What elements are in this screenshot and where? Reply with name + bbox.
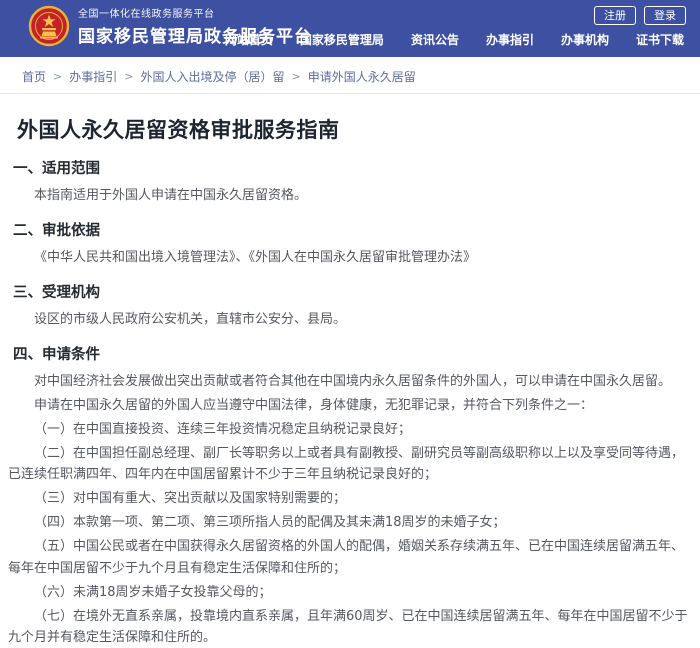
breadcrumb-separator: > [291,70,300,83]
section-paragraph: （六）未满18周岁未婚子女投靠父母的； [8,582,690,603]
section-paragraph: （一）在中国直接投资、连续三年投资情况稳定且纳税记录良好； [8,419,690,440]
breadcrumb: 首页 > 办事指引 > 外国人入出境及停（居）留 > 申请外国人永久居留 [22,68,678,85]
section-heading: 三、受理机构 [13,281,690,302]
section-paragraph: （四）本款第一项、第二项、第三项所指人员的配偶及其未满18周岁的未婚子女； [8,512,690,533]
nav-item-资讯公告[interactable]: 资讯公告 [411,31,459,48]
guide-sections: 一、适用范围本指南适用于外国人申请在中国永久居留资格。二、审批依据《中华人民共和… [8,157,690,648]
section-paragraph: （二）在中国担任副总经理、副厂长等职务以上或者具有副教授、副研究员等副高级职称以… [8,443,690,485]
breadcrumb-item[interactable]: 办事指引 [69,68,117,85]
section-paragraph: 对中国经济社会发展做出突出贡献或者符合其他在中国境内永久居留条件的外国人，可以申… [8,371,690,392]
nav-item-办事机构[interactable]: 办事机构 [561,31,609,48]
breadcrumb-bar: 首页 > 办事指引 > 外国人入出境及停（居）留 > 申请外国人永久居留 [0,57,700,94]
breadcrumb-item[interactable]: 外国人入出境及停（居）留 [140,68,284,85]
section-paragraph: （三）对中国有重大、突出贡献以及国家特别需要的； [8,488,690,509]
section-paragraph: 《中华人民共和国出境入境管理法》、《外国人在中国永久居留审批管理办法》 [8,247,690,268]
section-paragraph: （五）中国公民或者在中国获得永久居留资格的外国人的配偶，婚姻关系存续满五年、已在… [8,536,690,578]
breadcrumb-item[interactable]: 首页 [22,68,46,85]
section-paragraph: 设区的市级人民政府公安机关，直辖市公安分、县局。 [8,309,690,330]
section-paragraph: 申请在中国永久居留的外国人应当遵守中国法律，身体健康，无犯罪记录，并符合下列条件… [8,395,690,416]
register-button[interactable]: 注册 [594,6,636,25]
platform-tagline: 全国一体化在线政务服务平台 [78,5,312,20]
main-content: 外国人永久居留资格审批服务指南 一、适用范围本指南适用于外国人申请在中国永久居留… [0,114,700,648]
breadcrumb-separator: > [124,70,133,83]
nav-item-证书下载[interactable]: 证书下载 [636,31,684,48]
national-emblem-icon [28,5,70,47]
breadcrumb-separator: > [53,70,62,83]
site-header: 全国一体化在线政务服务平台 国家移民管理局政务服务平台 注册 登录 网站首页国家… [0,0,700,57]
section-paragraph: 本指南适用于外国人申请在中国永久居留资格。 [8,185,690,206]
nav-item-办事指引[interactable]: 办事指引 [486,31,534,48]
login-button[interactable]: 登录 [644,6,686,25]
nav-item-网站首页[interactable]: 网站首页 [225,31,273,48]
section-heading: 一、适用范围 [13,157,690,178]
section-heading: 四、申请条件 [13,343,690,364]
section-paragraph: （七）在境外无直系亲属，投靠境内直系亲属，且年满60周岁、已在中国连续居留满五年… [8,606,690,648]
main-nav: 网站首页 国家移民管理局 资讯公告 办事指引 办事机构 证书下载 [225,31,684,48]
auth-buttons: 注册 登录 [594,6,686,25]
section-heading: 二、审批依据 [13,219,690,240]
page-title: 外国人永久居留资格审批服务指南 [17,114,690,144]
nav-item-国家移民管理局[interactable]: 国家移民管理局 [300,31,384,48]
breadcrumb-item[interactable]: 申请外国人永久居留 [308,68,416,85]
